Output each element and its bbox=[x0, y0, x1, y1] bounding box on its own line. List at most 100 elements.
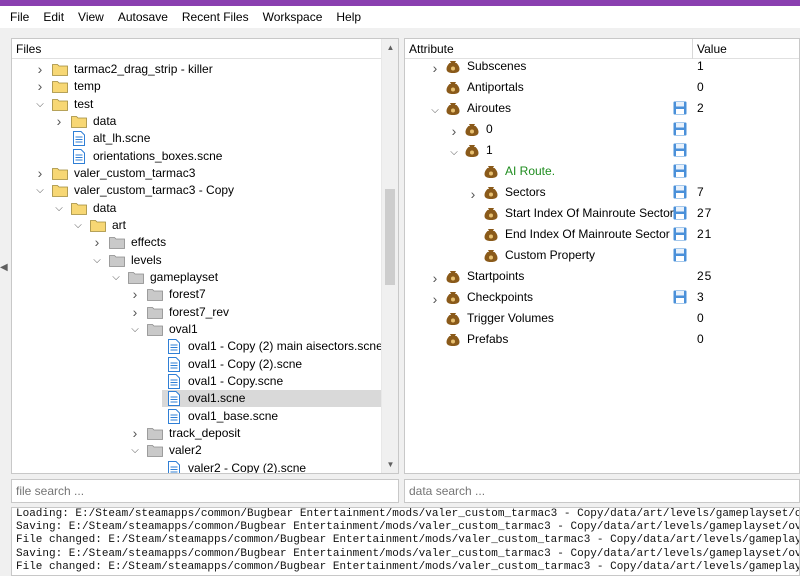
file-tree-item[interactable]: valer2 - Copy (2).scne bbox=[12, 460, 381, 473]
chevron-down-icon[interactable]: ⌵ bbox=[429, 100, 441, 117]
save-disk-icon[interactable] bbox=[673, 185, 687, 199]
attribute-value[interactable]: 21 bbox=[697, 224, 712, 245]
file-tree-item[interactable]: oval1 - Copy (2) main aisectors.scne bbox=[12, 338, 383, 355]
attribute-label: Start Index Of Mainroute Sector bbox=[505, 206, 674, 220]
tree-item-label: art bbox=[112, 217, 127, 232]
folder-tree-item[interactable]: › valer_custom_tarmac3 bbox=[12, 165, 381, 182]
scroll-up-icon[interactable]: ▲ bbox=[382, 39, 398, 56]
folder-tree-item[interactable]: ⌵ valer2 bbox=[12, 442, 381, 459]
chevron-down-icon[interactable]: ⌵ bbox=[53, 200, 65, 217]
chevron-right-icon[interactable]: › bbox=[34, 78, 46, 95]
menu-workspace[interactable]: Workspace bbox=[256, 6, 330, 28]
attribute-value[interactable]: 27 bbox=[697, 203, 712, 224]
folder-tree-item[interactable]: ⌵ test bbox=[12, 96, 381, 113]
menu-recent-files[interactable]: Recent Files bbox=[175, 6, 256, 28]
attribute-row[interactable]: › 0 bbox=[405, 119, 799, 140]
attribute-row[interactable]: ⌵ 1 bbox=[405, 140, 799, 161]
attribute-row[interactable]: › Sectors 7 bbox=[405, 182, 799, 203]
chevron-right-icon[interactable]: › bbox=[129, 286, 141, 303]
attribute-row[interactable]: AI Route. bbox=[405, 161, 799, 182]
chevron-right-icon[interactable]: › bbox=[34, 165, 46, 182]
folder-tree-item[interactable]: ⌵ data bbox=[12, 200, 381, 217]
folder-tree-item[interactable]: ⌵ oval1 bbox=[12, 321, 381, 338]
attribute-value[interactable]: 2 bbox=[697, 98, 705, 119]
file-tree-item[interactable]: alt_lh.scne bbox=[12, 130, 381, 147]
chevron-right-icon[interactable]: › bbox=[448, 121, 460, 139]
menu-help[interactable]: Help bbox=[329, 6, 368, 28]
attribute-row[interactable]: ⌵ Airoutes 2 bbox=[405, 98, 799, 119]
log-line: File changed: E:/Steam/steamapps/common/… bbox=[16, 560, 799, 573]
folder-tree-item[interactable]: › track_deposit bbox=[12, 425, 381, 442]
attribute-value[interactable]: 3 bbox=[697, 287, 705, 308]
save-disk-icon[interactable] bbox=[673, 164, 687, 178]
data-search-input[interactable] bbox=[404, 479, 800, 503]
attribute-row[interactable]: Antiportals 0 bbox=[405, 77, 799, 98]
attribute-value[interactable]: 25 bbox=[697, 266, 712, 287]
folder-tree-item[interactable]: ⌵ valer_custom_tarmac3 - Copy bbox=[12, 182, 381, 199]
chevron-down-icon[interactable]: ⌵ bbox=[34, 182, 46, 199]
file-search-input[interactable] bbox=[11, 479, 399, 503]
folder-tree-item[interactable]: › data bbox=[12, 113, 381, 130]
chevron-down-icon[interactable]: ⌵ bbox=[448, 142, 460, 159]
chevron-down-icon[interactable]: ⌵ bbox=[129, 321, 141, 338]
attribute-value[interactable]: 1 bbox=[697, 56, 705, 77]
save-disk-icon[interactable] bbox=[673, 206, 687, 220]
save-disk-icon[interactable] bbox=[673, 248, 687, 262]
attribute-row[interactable]: › Checkpoints 3 bbox=[405, 287, 799, 308]
save-disk-icon[interactable] bbox=[673, 143, 687, 157]
chevron-right-icon[interactable]: › bbox=[429, 289, 441, 307]
chevron-right-icon[interactable]: › bbox=[129, 304, 141, 321]
collapse-panel-arrow-icon[interactable]: ◀ bbox=[0, 262, 10, 276]
attribute-value[interactable]: 7 bbox=[697, 182, 705, 203]
chevron-right-icon[interactable]: › bbox=[429, 268, 441, 286]
file-tree-item[interactable]: oval1 - Copy.scne bbox=[12, 373, 381, 390]
property-bag-icon bbox=[446, 80, 460, 95]
file-tree-item[interactable]: oval1.scne bbox=[162, 390, 381, 408]
folder-icon bbox=[52, 184, 68, 198]
chevron-down-icon[interactable]: ⌵ bbox=[34, 96, 46, 113]
chevron-right-icon[interactable]: › bbox=[34, 61, 46, 78]
attribute-row[interactable]: › Startpoints 25 bbox=[405, 266, 799, 287]
file-tree-item[interactable]: oval1 - Copy (2).scne bbox=[12, 356, 381, 373]
folder-tree-item[interactable]: › forest7 bbox=[12, 286, 381, 303]
chevron-right-icon[interactable]: › bbox=[467, 184, 479, 202]
attribute-value[interactable]: 0 bbox=[697, 77, 705, 98]
save-disk-icon[interactable] bbox=[673, 101, 687, 115]
attribute-row[interactable]: Start Index Of Mainroute Sector 27 bbox=[405, 203, 799, 224]
attribute-value[interactable]: 0 bbox=[697, 308, 705, 329]
folder-tree-item[interactable]: › temp bbox=[12, 78, 381, 95]
scroll-down-icon[interactable]: ▼ bbox=[382, 456, 398, 473]
chevron-down-icon[interactable]: ⌵ bbox=[91, 252, 103, 269]
chevron-right-icon[interactable]: › bbox=[91, 234, 103, 251]
scroll-thumb[interactable] bbox=[385, 189, 395, 285]
attribute-row[interactable]: End Index Of Mainroute Sector 21 bbox=[405, 224, 799, 245]
folder-tree-item[interactable]: › tarmac2_drag_strip - killer bbox=[12, 61, 381, 78]
folder-tree-item[interactable]: ⌵ levels bbox=[12, 252, 381, 269]
chevron-right-icon[interactable]: › bbox=[429, 58, 441, 76]
menu-edit[interactable]: Edit bbox=[36, 6, 71, 28]
attribute-row[interactable]: Prefabs 0 bbox=[405, 329, 799, 350]
chevron-down-icon[interactable]: ⌵ bbox=[129, 442, 141, 459]
save-disk-icon[interactable] bbox=[673, 122, 687, 136]
chevron-down-icon[interactable]: ⌵ bbox=[72, 217, 84, 234]
file-tree-item[interactable]: oval1_base.scne bbox=[12, 408, 381, 425]
save-disk-icon[interactable] bbox=[673, 290, 687, 304]
folder-icon bbox=[128, 271, 144, 284]
folder-tree-item[interactable]: › effects bbox=[12, 234, 381, 251]
attribute-value[interactable]: 0 bbox=[697, 329, 705, 350]
folder-tree-item[interactable]: ⌵ gameplayset bbox=[12, 269, 381, 286]
chevron-down-icon[interactable]: ⌵ bbox=[110, 269, 122, 286]
files-scrollbar[interactable]: ▲ ▼ bbox=[381, 39, 398, 473]
chevron-right-icon[interactable]: › bbox=[53, 113, 65, 130]
menu-view[interactable]: View bbox=[71, 6, 111, 28]
file-tree-item[interactable]: orientations_boxes.scne bbox=[12, 148, 381, 165]
menu-autosave[interactable]: Autosave bbox=[111, 6, 175, 28]
save-disk-icon[interactable] bbox=[673, 227, 687, 241]
chevron-right-icon[interactable]: › bbox=[129, 425, 141, 442]
folder-tree-item[interactable]: ⌵ art bbox=[12, 217, 381, 234]
attribute-row[interactable]: Custom Property bbox=[405, 245, 799, 266]
attribute-row[interactable]: › Subscenes 1 bbox=[405, 56, 799, 77]
attribute-row[interactable]: Trigger Volumes 0 bbox=[405, 308, 799, 329]
folder-tree-item[interactable]: › forest7_rev bbox=[12, 304, 381, 321]
menu-file[interactable]: File bbox=[0, 6, 36, 28]
